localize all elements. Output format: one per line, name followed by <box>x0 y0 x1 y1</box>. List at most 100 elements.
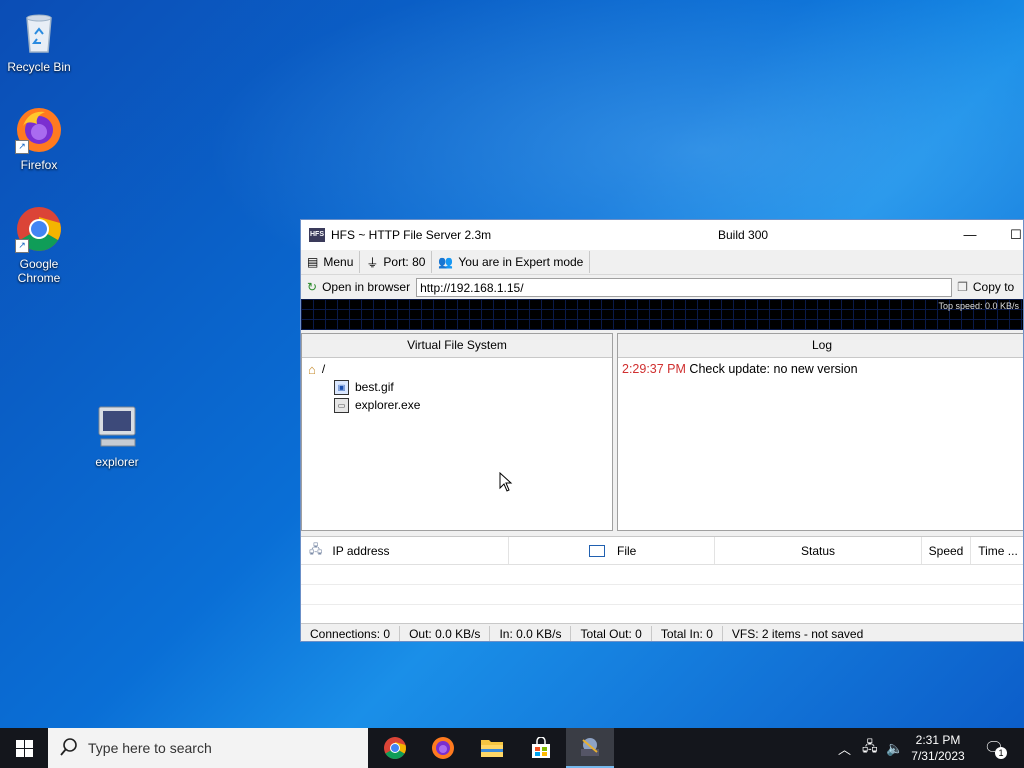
column-speed[interactable]: Speed <box>922 537 971 564</box>
hfs-window: HFS HFS ~ HTTP File Server 2.3m Build 30… <box>300 219 1024 642</box>
speed-graph: Top speed: 0.0 KB/s <box>301 299 1023 330</box>
vfs-root-item[interactable]: ⌂ / <box>308 360 612 378</box>
port-button[interactable]: ⏚ Port: 80 <box>360 251 433 273</box>
column-ip-address[interactable]: 🖧 IP address <box>301 537 509 564</box>
desktop-icon-google-chrome[interactable]: ↗ Google Chrome <box>1 205 77 285</box>
desktop-icon-firefox[interactable]: ↗ Firefox <box>1 106 77 172</box>
url-toolbar: ↻ Open in browser http://192.168.1.15/ ❐… <box>301 275 1023 299</box>
mouse-cursor-icon <box>499 471 513 495</box>
firefox-icon <box>432 737 454 759</box>
action-center-button[interactable]: 🗨 1 <box>982 728 1007 768</box>
users-icon: 👥 <box>438 255 454 269</box>
volume-icon: 🔈 <box>886 739 904 756</box>
build-label: Build 300 <box>718 228 769 242</box>
notification-count: 1 <box>995 747 1007 759</box>
taskbar: Type here to search ︿ 🖧 🔈 2:31 PM 7/31/2… <box>0 728 1024 768</box>
taskbar-file-explorer[interactable] <box>468 728 516 768</box>
computer-icon <box>93 403 141 451</box>
status-total-out: Total Out: 0 <box>571 626 652 641</box>
status-vfs[interactable]: VFS: 2 items - not saved <box>723 626 872 641</box>
chrome-icon <box>384 737 406 759</box>
taskbar-hfs[interactable] <box>566 728 614 768</box>
desktop-icon-explorer[interactable]: explorer <box>79 403 155 469</box>
search-icon <box>60 737 78 759</box>
column-status[interactable]: Status <box>715 537 922 564</box>
window-title: HFS ~ HTTP File Server 2.3m <box>331 228 492 242</box>
exe-file-icon: ▭ <box>334 397 349 413</box>
connections-header: 🖧 IP address File Status Speed Time ... <box>301 537 1023 565</box>
connections-list: 🖧 IP address File Status Speed Time ... <box>301 536 1023 625</box>
windows-logo-icon <box>15 739 33 757</box>
status-total-in: Total In: 0 <box>652 626 723 641</box>
expert-mode-button[interactable]: 👥 You are in Expert mode <box>432 251 591 273</box>
connection-row-empty <box>301 585 1023 605</box>
home-icon: ⌂ <box>308 361 316 377</box>
clock-date: 7/31/2023 <box>911 749 965 763</box>
store-icon <box>532 737 550 758</box>
tray-show-hidden-icons[interactable]: ︿ <box>838 728 851 768</box>
copy-icon: ❐ <box>957 280 968 294</box>
network-icon: 🖧 <box>862 738 878 754</box>
taskbar-search-box[interactable]: Type here to search <box>48 728 368 768</box>
tray-network[interactable]: 🖧 <box>862 728 878 768</box>
menu-label: Menu <box>323 255 354 269</box>
desktop-icon-label: explorer <box>95 455 139 469</box>
status-in-speed: In: 0.0 KB/s <box>490 626 572 641</box>
minimize-button[interactable]: — <box>947 220 993 250</box>
tray-volume[interactable]: 🔈 <box>886 728 903 768</box>
panes-area: Virtual File System ⌂ / ▣ best.gif ▭ exp… <box>301 333 1023 531</box>
clock-time: 2:31 PM <box>915 733 961 747</box>
desktop-icon-label: Firefox <box>20 158 58 172</box>
maximize-icon: ☐ <box>1010 227 1022 242</box>
main-toolbar: ▤ Menu ⏚ Port: 80 👥 You are in Expert mo… <box>301 250 1023 275</box>
maximize-button[interactable]: ☐ <box>993 220 1023 250</box>
firefox-icon: ↗ <box>15 106 63 154</box>
log-header: Log <box>618 334 1023 358</box>
vfs-header: Virtual File System <box>302 334 612 358</box>
status-bar: Connections: 0 Out: 0.0 KB/s In: 0.0 KB/… <box>301 623 1023 641</box>
open-browser-icon: ↻ <box>307 280 318 294</box>
taskbar-firefox[interactable] <box>419 728 467 768</box>
log-entry: 2:29:37 PM Check update: no new version <box>618 358 1023 380</box>
top-speed-label: Top speed: 0.0 KB/s <box>938 301 1019 311</box>
search-placeholder: Type here to search <box>88 740 212 756</box>
vfs-tree: ⌂ / ▣ best.gif ▭ explorer.exe <box>302 358 612 414</box>
status-connections: Connections: 0 <box>301 626 401 641</box>
vfs-file-item[interactable]: ▣ best.gif <box>308 378 612 396</box>
vfs-panel: Virtual File System ⌂ / ▣ best.gif ▭ exp… <box>301 333 613 531</box>
network-icon: 🖧 <box>309 542 323 556</box>
start-button[interactable] <box>0 728 48 768</box>
window-titlebar[interactable]: HFS HFS ~ HTTP File Server 2.3m Build 30… <box>301 220 1023 250</box>
copy-to-clipboard-button[interactable]: ❐ Copy to <box>952 276 1020 298</box>
open-in-browser-button[interactable]: ↻ Open in browser <box>301 276 412 298</box>
minimize-icon: — <box>963 227 977 242</box>
status-out-speed: Out: 0.0 KB/s <box>400 626 491 641</box>
shortcut-arrow-icon: ↗ <box>15 140 29 154</box>
taskbar-clock[interactable]: 2:31 PM 7/31/2023 <box>902 732 974 764</box>
connection-row-empty <box>301 565 1023 585</box>
image-file-icon: ▣ <box>334 379 349 395</box>
url-field[interactable]: http://192.168.1.15/ <box>416 277 953 297</box>
copy-label: Copy to <box>972 280 1015 294</box>
shortcut-arrow-icon: ↗ <box>15 239 29 253</box>
vfs-root-label: / <box>321 362 326 376</box>
chrome-icon: ↗ <box>15 205 63 253</box>
chevron-up-icon: ︿ <box>838 741 852 757</box>
plug-icon: ⏚ <box>366 255 379 270</box>
file-column-icon <box>589 544 605 557</box>
hfs-app-icon <box>581 738 599 756</box>
column-file[interactable]: File <box>509 537 715 564</box>
recycle-bin-icon <box>15 8 63 56</box>
hfs-app-icon: HFS <box>309 228 325 242</box>
vfs-file-label: best.gif <box>355 380 394 394</box>
desktop-icon-label: Google Chrome <box>17 257 61 285</box>
folder-icon <box>481 740 503 757</box>
menu-button[interactable]: ▤ Menu <box>301 251 361 273</box>
taskbar-chrome[interactable] <box>371 728 419 768</box>
desktop-icon-recycle-bin[interactable]: Recycle Bin <box>1 8 77 74</box>
log-entry-message: Check update: no new version <box>689 362 858 376</box>
vfs-file-item[interactable]: ▭ explorer.exe <box>308 396 612 414</box>
column-time[interactable]: Time ... <box>971 537 1023 564</box>
open-in-browser-label: Open in browser <box>322 280 411 294</box>
taskbar-store[interactable] <box>517 728 565 768</box>
